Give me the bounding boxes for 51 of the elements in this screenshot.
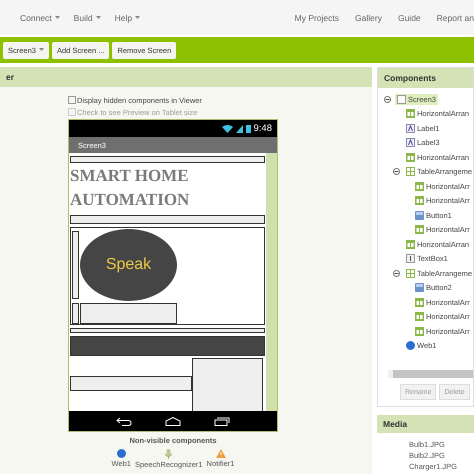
arrangement-icon bbox=[406, 152, 415, 162]
nav-link[interactable]: Guide bbox=[398, 12, 421, 22]
caret-icon bbox=[54, 16, 60, 20]
nav-link[interactable]: Report an bbox=[436, 12, 474, 22]
screen-icon bbox=[397, 94, 406, 104]
arrangement-icon bbox=[415, 326, 424, 336]
wifi-icon bbox=[222, 124, 232, 132]
text-box[interactable] bbox=[80, 303, 177, 324]
panel-title: Components bbox=[378, 68, 473, 88]
globe-icon bbox=[406, 341, 415, 350]
collapse-toggle[interactable] bbox=[393, 270, 400, 277]
globe-icon bbox=[116, 449, 126, 458]
nav-link[interactable]: Gallery bbox=[355, 12, 382, 22]
panel-title: er bbox=[0, 67, 372, 87]
arrangement-icon bbox=[415, 312, 424, 322]
clock-text: 9:48 bbox=[254, 123, 272, 134]
arrangement-icon bbox=[406, 240, 415, 249]
caret-icon bbox=[38, 48, 44, 52]
arrangement-icon bbox=[415, 298, 424, 307]
text-box[interactable] bbox=[70, 376, 192, 391]
panel-title: Media bbox=[377, 415, 474, 433]
menu-item[interactable]: Build bbox=[74, 12, 101, 22]
recent-apps-icon[interactable] bbox=[214, 416, 230, 426]
nav-link[interactable]: My Projects bbox=[294, 12, 340, 22]
title-label: SMART HOME AUTOMATION bbox=[70, 165, 190, 211]
table-icon bbox=[406, 167, 415, 176]
textbox-icon bbox=[406, 254, 415, 264]
label-icon bbox=[406, 124, 415, 133]
arrangement-icon bbox=[415, 196, 424, 206]
speak-button[interactable]: Speak bbox=[80, 229, 177, 301]
menu-item[interactable]: Help bbox=[114, 12, 140, 22]
arrangement-box bbox=[192, 358, 263, 411]
caret-icon bbox=[135, 16, 140, 20]
table-icon bbox=[406, 268, 415, 278]
warning-icon bbox=[216, 449, 226, 458]
button-icon bbox=[415, 283, 424, 292]
label-icon bbox=[406, 138, 415, 148]
arrangement-icon bbox=[415, 182, 424, 191]
home-icon[interactable] bbox=[164, 416, 181, 426]
menu-item[interactable]: Connect bbox=[20, 12, 60, 22]
caret-icon bbox=[96, 16, 101, 20]
arrangement-icon bbox=[415, 225, 424, 234]
signal-icon bbox=[236, 124, 242, 132]
battery-icon bbox=[246, 124, 250, 133]
collapse-toggle[interactable] bbox=[393, 168, 400, 176]
arrangement-icon bbox=[406, 109, 415, 118]
collapse-toggle[interactable] bbox=[384, 96, 391, 103]
button-icon bbox=[415, 210, 424, 220]
microphone-icon bbox=[164, 449, 174, 459]
horizontal-scrollbar[interactable] bbox=[388, 370, 473, 378]
back-icon[interactable] bbox=[116, 416, 132, 426]
